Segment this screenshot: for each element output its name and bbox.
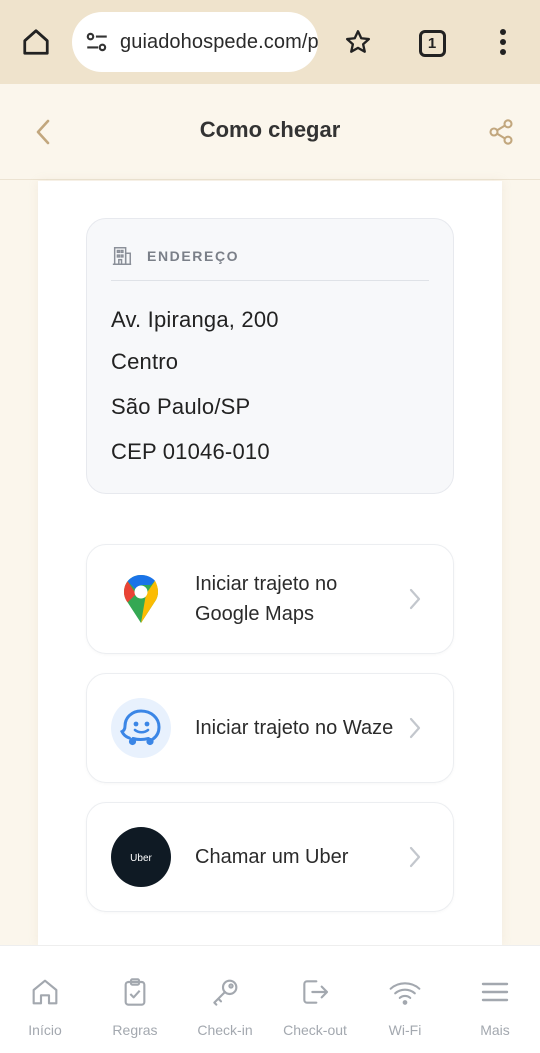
address-zip: CEP 01046-010 bbox=[111, 439, 270, 464]
google-maps-label: Iniciar trajeto no Google Maps bbox=[195, 573, 338, 625]
home-icon bbox=[27, 974, 63, 1010]
uber-label: Chamar um Uber bbox=[195, 846, 349, 868]
nav-item-rules[interactable]: Regras bbox=[90, 946, 180, 1053]
waze-button[interactable]: Iniciar trajeto no Waze bbox=[86, 673, 454, 783]
home-icon bbox=[23, 29, 49, 55]
nav-item-more[interactable]: Mais bbox=[450, 946, 540, 1053]
share-icon bbox=[489, 119, 513, 145]
chevron-right-icon bbox=[405, 585, 425, 613]
url-text[interactable]: guiadohospede.com/p bbox=[120, 31, 318, 54]
browser-home-button[interactable] bbox=[14, 22, 58, 62]
browser-toolbar: guiadohospede.com/p 1 bbox=[0, 0, 540, 84]
site-settings-icon[interactable] bbox=[84, 29, 110, 55]
uber-button[interactable]: Uber Chamar um Uber bbox=[86, 802, 454, 912]
nav-label-wifi: Wi-Fi bbox=[388, 1022, 422, 1038]
clipboard-icon bbox=[117, 974, 153, 1010]
address-bar[interactable]: guiadohospede.com/p bbox=[72, 12, 318, 72]
address-label: ENDEREÇO bbox=[147, 248, 240, 264]
nav-item-checkin[interactable]: Check-in bbox=[180, 946, 270, 1053]
google-maps-button[interactable]: Iniciar trajeto no Google Maps bbox=[86, 544, 454, 654]
address-card: ENDEREÇO Av. Ipiranga, 200 Centro São Pa… bbox=[86, 218, 454, 494]
tab-count: 1 bbox=[418, 29, 446, 57]
building-icon bbox=[112, 247, 132, 265]
nav-item-checkout[interactable]: Check-out bbox=[270, 946, 360, 1053]
nav-label-rules: Regras bbox=[112, 1022, 158, 1038]
nav-item-wifi[interactable]: Wi-Fi bbox=[360, 946, 450, 1053]
google-maps-icon bbox=[111, 569, 171, 629]
uber-icon: Uber bbox=[111, 827, 171, 887]
wifi-icon bbox=[387, 974, 423, 1010]
waze-label: Iniciar trajeto no Waze bbox=[195, 717, 394, 739]
exit-icon bbox=[297, 974, 333, 1010]
address-street: Av. Ipiranga, 200 bbox=[111, 307, 279, 332]
star-icon bbox=[345, 30, 371, 53]
chevron-right-icon bbox=[405, 714, 425, 742]
tab-switcher-button[interactable]: 1 bbox=[413, 24, 451, 62]
more-vert-icon bbox=[500, 29, 506, 55]
menu-icon bbox=[477, 974, 513, 1010]
nav-label-checkout: Check-out bbox=[283, 1022, 347, 1038]
nav-label-home: Início bbox=[28, 1022, 62, 1038]
share-button[interactable] bbox=[484, 114, 518, 150]
page-title: Como chegar bbox=[199, 117, 341, 142]
waze-icon bbox=[111, 698, 171, 758]
nav-item-home[interactable]: Início bbox=[0, 946, 90, 1053]
bookmark-button[interactable] bbox=[338, 22, 378, 62]
nav-label-more: Mais bbox=[480, 1022, 510, 1038]
content-panel: ENDEREÇO Av. Ipiranga, 200 Centro São Pa… bbox=[38, 181, 502, 945]
page-header: Como chegar bbox=[0, 84, 540, 180]
key-icon bbox=[207, 974, 243, 1010]
nav-label-checkin: Check-in bbox=[197, 1022, 253, 1038]
chevron-right-icon bbox=[405, 843, 425, 871]
browser-menu-button[interactable] bbox=[488, 22, 518, 62]
uber-logo-text: Uber bbox=[130, 853, 152, 864]
address-district: Centro bbox=[111, 349, 179, 374]
address-city: São Paulo/SP bbox=[111, 394, 251, 419]
bottom-nav: Início Regras Check-in Check-out Wi-Fi M… bbox=[0, 945, 540, 1053]
address-header: ENDEREÇO bbox=[111, 245, 429, 281]
